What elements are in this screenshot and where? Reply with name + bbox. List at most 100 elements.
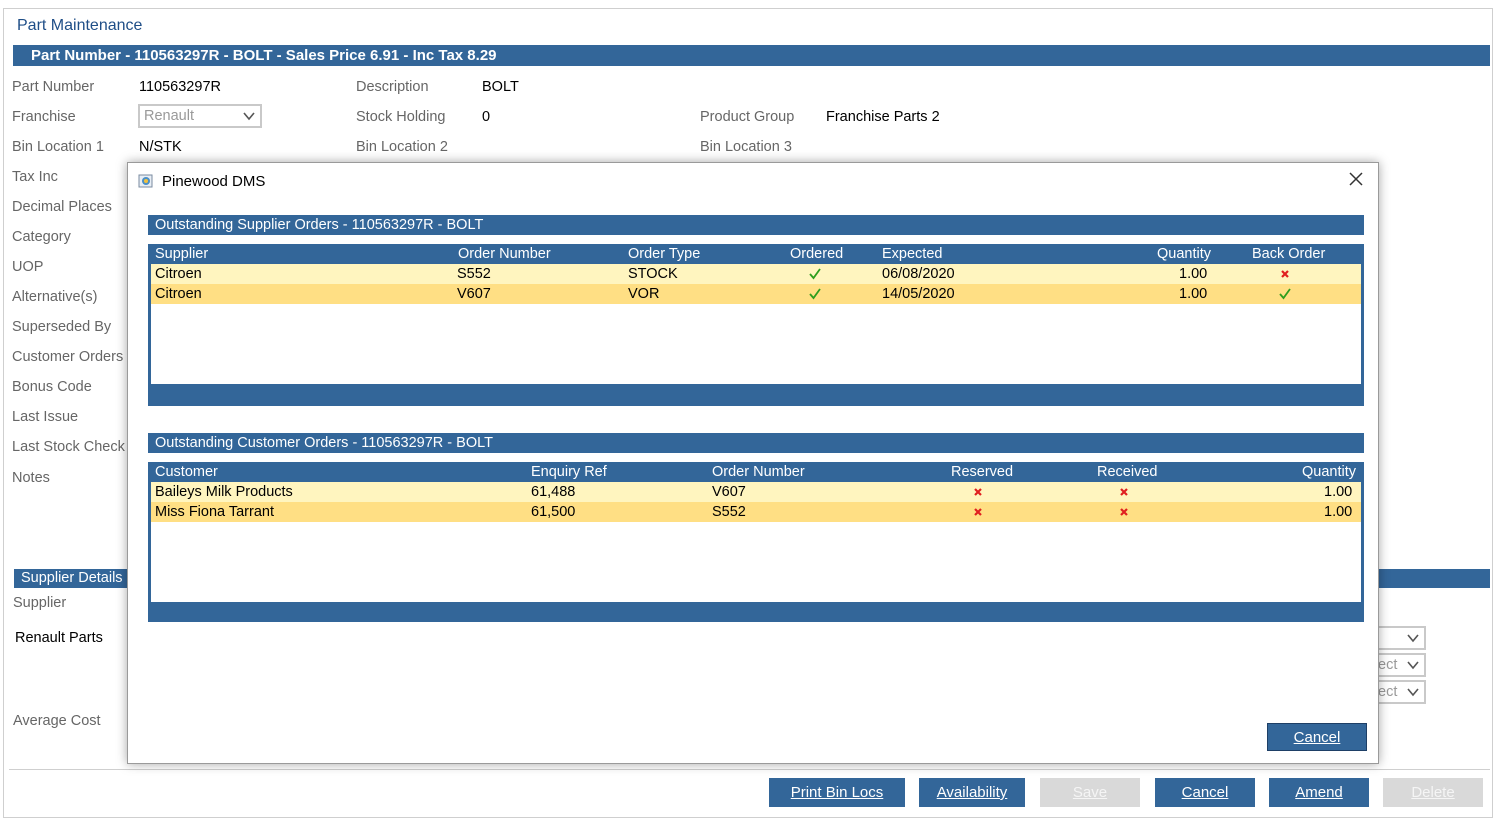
bonus-code-label: Bonus Code [12,379,92,395]
col-order-number: Order Number [712,464,805,480]
col-order-number: Order Number [458,246,551,262]
enquiry-ref-cell: 61,500 [531,504,576,520]
check-icon [809,268,821,280]
amend-button[interactable]: Amend [1269,778,1369,807]
franchise-select-value: Renault [144,108,194,124]
order-type-cell: STOCK [628,266,678,282]
customer-orders-title: Outstanding Customer Orders - 110563297R… [148,433,1364,453]
decimal-places-label: Decimal Places [12,199,112,215]
col-back-order: Back Order [1252,246,1326,262]
divider [9,769,1490,770]
col-enquiry-ref: Enquiry Ref [531,464,607,480]
order-number-cell: S552 [712,504,746,520]
table-row[interactable]: Miss Fiona Tarrant 61,500 S552 1.00 [151,502,1361,522]
table-row[interactable]: Baileys Milk Products 61,488 V607 1.00 [151,482,1361,502]
superseded-by-label: Superseded By [12,319,112,335]
supplier-select-3[interactable]: ect [1372,680,1426,704]
supplier-orders-title: Outstanding Supplier Orders - 110563297R… [148,215,1364,235]
order-number-cell: V607 [457,286,491,302]
availability-button[interactable]: Availability [919,778,1025,807]
supplier-cell: Citroen [155,286,202,302]
app-icon [138,174,153,188]
quantity-cell: 1.00 [1179,266,1208,282]
stock-holding-label: Stock Holding [356,109,446,125]
last-stock-check-label: Last Stock Check [12,439,125,455]
bin-location-2-label: Bin Location 2 [356,139,448,155]
quantity-cell: 1.00 [1179,286,1208,302]
part-header-bar: Part Number - 110563297R - BOLT - Sales … [13,45,1490,66]
col-reserved: Reserved [951,464,1014,480]
franchise-label: Franchise [12,109,76,125]
col-expected: Expected [882,246,943,262]
alternatives-label: Alternative(s) [12,289,98,305]
supplier-select-1[interactable] [1372,626,1426,650]
check-icon [809,288,821,300]
notes-label: Notes [12,470,50,486]
supplier-details-title: Supplier Details [21,570,123,586]
description-value: BOLT [482,79,519,95]
page-title: Part Maintenance [17,17,143,34]
supplier-value: Renault Parts [15,630,103,646]
order-number-cell: V607 [712,484,746,500]
quantity-cell: 1.00 [1324,504,1353,520]
product-group-label: Product Group [700,109,795,125]
supplier-label: Supplier [13,595,67,611]
supplier-cell: Citroen [155,266,202,282]
cross-icon [1120,488,1128,496]
enquiry-ref-cell: 61,488 [531,484,576,500]
last-issue-label: Last Issue [12,409,79,425]
cross-icon [974,488,982,496]
bin-location-3-label: Bin Location 3 [700,139,792,155]
delete-button[interactable]: Delete [1383,778,1483,807]
quantity-cell: 1.00 [1324,484,1353,500]
chevron-down-icon [1407,661,1419,670]
save-button[interactable]: Save [1040,778,1140,807]
franchise-select[interactable]: Renault [138,104,262,128]
customer-orders-header: Customer Enquiry Ref Order Number Reserv… [151,462,1361,482]
tax-inc-label: Tax Inc [12,169,58,185]
dialog-cancel-button[interactable]: Cancel [1267,723,1367,751]
chevron-down-icon [243,112,255,121]
dialog-title: Pinewood DMS [162,173,266,190]
chevron-down-icon [1407,634,1419,643]
col-order-type: Order Type [628,246,701,262]
table-row[interactable]: Citroen S552 STOCK 06/08/2020 1.00 [151,264,1361,284]
cross-icon [1281,270,1289,278]
chevron-down-icon [1407,688,1419,697]
close-icon[interactable] [1348,171,1364,187]
order-type-cell: VOR [628,286,660,302]
cross-icon [1120,508,1128,516]
col-supplier: Supplier [155,246,209,262]
bin-location-1-label: Bin Location 1 [12,139,104,155]
table-row[interactable]: Citroen V607 VOR 14/05/2020 1.00 [151,284,1361,304]
part-number-value: 110563297R [139,79,221,95]
print-bin-locs-button[interactable]: Print Bin Locs [769,778,905,807]
cancel-button[interactable]: Cancel [1155,778,1255,807]
supplier-orders-grid: Supplier Order Number Order Type Ordered… [148,244,1364,406]
col-ordered: Ordered [790,246,844,262]
expected-cell: 14/05/2020 [882,286,955,302]
supplier-select-3-value: ect [1378,684,1398,700]
customer-orders-label: Customer Orders [12,349,124,365]
description-label: Description [356,79,429,95]
customer-cell: Miss Fiona Tarrant [155,504,274,520]
check-icon [1279,288,1291,300]
supplier-select-2-value: ect [1378,657,1398,673]
bin-location-1-value: N/STK [139,139,182,155]
uop-label: UOP [12,259,44,275]
category-label: Category [12,229,71,245]
expected-cell: 06/08/2020 [882,266,955,282]
col-received: Received [1097,464,1158,480]
customer-cell: Baileys Milk Products [155,484,293,500]
orders-dialog: Pinewood DMS Outstanding Supplier Orders… [127,162,1379,764]
stock-holding-value: 0 [482,109,491,125]
supplier-select-2[interactable]: ect [1372,653,1426,677]
order-number-cell: S552 [457,266,491,282]
supplier-orders-header: Supplier Order Number Order Type Ordered… [151,244,1361,264]
cross-icon [974,508,982,516]
product-group-value: Franchise Parts 2 [826,109,940,125]
col-customer: Customer [155,464,218,480]
part-number-label: Part Number [12,79,95,95]
average-cost-label: Average Cost [13,713,101,729]
customer-orders-grid: Customer Enquiry Ref Order Number Reserv… [148,462,1364,622]
